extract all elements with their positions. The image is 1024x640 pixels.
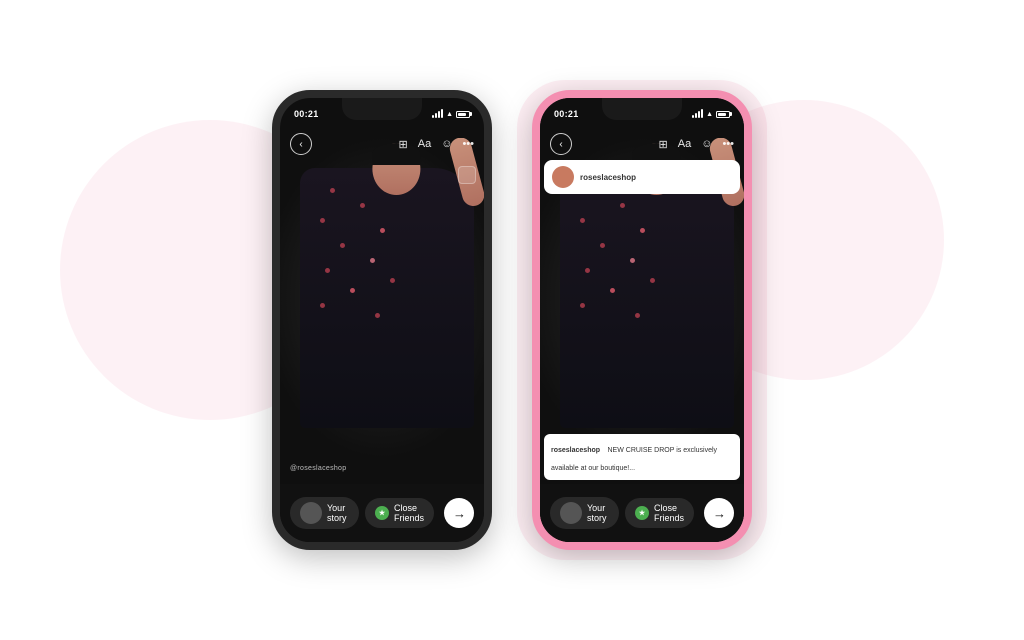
- phone2-toolbar-right: ⊞ Aa ☺ •••: [659, 138, 734, 151]
- phone2-toolbar: ‹ ⊞ Aa ☺ •••: [540, 126, 744, 162]
- phone2-battery-icon: [716, 111, 730, 118]
- phone2-close-friends-label: Close Friends: [654, 503, 684, 523]
- page-container: 00:21 ▲ ‹: [0, 0, 1024, 640]
- phone1-time: 00:21: [294, 109, 319, 119]
- phone1-send-button[interactable]: →: [444, 498, 474, 528]
- phone1-signal: [432, 110, 443, 118]
- phone1-notch: [342, 98, 422, 120]
- phone1-wrapper: 00:21 ▲ ‹: [272, 90, 492, 550]
- phone2-send-button[interactable]: →: [704, 498, 734, 528]
- phone2-share-bar: Your story ★ Close Friends →: [540, 484, 744, 542]
- phone1-corner-sticker[interactable]: [458, 166, 476, 184]
- phone1-battery-icon: [456, 111, 470, 118]
- phone1-sticker-icon[interactable]: ☺: [441, 138, 452, 150]
- phone1-text-icon[interactable]: Aa: [418, 138, 431, 150]
- phone1-story-image: @roseslaceshop: [280, 98, 484, 542]
- phone1-your-story-button[interactable]: Your story: [290, 497, 359, 529]
- phone1-toolbar: ‹ ⊞ Aa ☺ •••: [280, 126, 484, 162]
- phone1-back-button[interactable]: ‹: [290, 133, 312, 155]
- phone2-green-dot: ★: [635, 506, 649, 520]
- phone2-story-avatar: [560, 502, 582, 524]
- phone2-text-icon[interactable]: Aa: [678, 138, 691, 150]
- phone2-post-username: roseslaceshop: [580, 173, 636, 182]
- phone1-share-bar: Your story ★ Close Friends →: [280, 484, 484, 542]
- phone2-your-story-label: Your story: [587, 503, 609, 523]
- phone2-back-button[interactable]: ‹: [550, 133, 572, 155]
- phone2: 00:21 ▲ ‹: [532, 90, 752, 550]
- phone1-more-icon[interactable]: •••: [462, 138, 474, 150]
- phone2-close-friends-button[interactable]: ★ Close Friends: [625, 498, 694, 528]
- phone1-send-arrow: →: [453, 506, 466, 521]
- phone1-close-friends-button[interactable]: ★ Close Friends: [365, 498, 434, 528]
- phone2-wrapper: 00:21 ▲ ‹: [532, 90, 752, 550]
- phone1: 00:21 ▲ ‹: [272, 90, 492, 550]
- phone2-wifi-icon: ▲: [706, 111, 713, 118]
- phone1-wifi-icon: ▲: [446, 111, 453, 118]
- phone1-media-icon[interactable]: ⊞: [399, 138, 408, 151]
- phone2-post-avatar: [552, 166, 574, 188]
- phone2-media-icon[interactable]: ⊞: [659, 138, 668, 151]
- phone1-your-story-label: Your story: [327, 503, 349, 523]
- phone2-your-story-button[interactable]: Your story: [550, 497, 619, 529]
- phone2-sticker-icon[interactable]: ☺: [701, 138, 712, 150]
- phone2-send-arrow: →: [713, 506, 726, 521]
- phone2-more-icon[interactable]: •••: [722, 138, 734, 150]
- phone1-status-icons: ▲: [432, 110, 470, 118]
- phone1-watermark: @roseslaceshop: [290, 465, 346, 472]
- phone2-status-icons: ▲: [692, 110, 730, 118]
- phone1-story-avatar: [300, 502, 322, 524]
- phone2-time: 00:21: [554, 109, 579, 119]
- phone2-signal: [692, 110, 703, 118]
- phone1-toolbar-right: ⊞ Aa ☺ •••: [399, 138, 474, 151]
- phone2-caption-overlay: roseslaceshop NEW CRUISE DROP is exclusi…: [544, 434, 740, 480]
- phone2-notch: [602, 98, 682, 120]
- phone1-green-dot: ★: [375, 506, 389, 520]
- phone2-caption-username: roseslaceshop: [551, 447, 600, 454]
- phone2-post-overlay: roseslaceshop: [544, 160, 740, 194]
- phone1-close-friends-label: Close Friends: [394, 503, 424, 523]
